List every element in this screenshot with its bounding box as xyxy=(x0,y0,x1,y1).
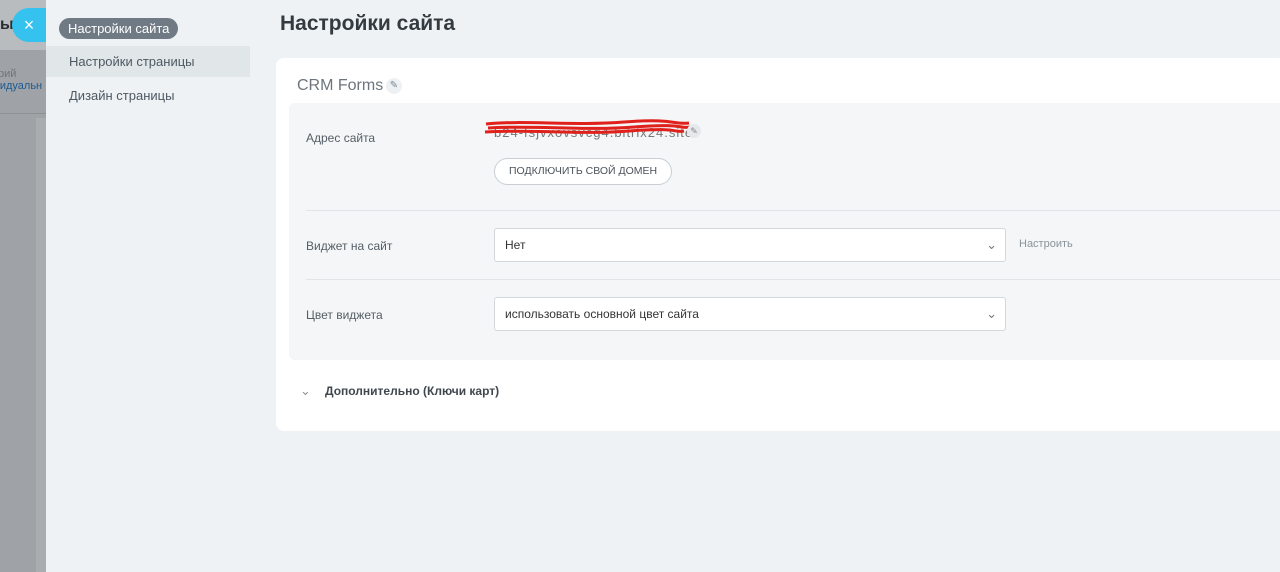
chevron-down-icon: ⌄ xyxy=(986,237,997,252)
card-title: CRM Forms xyxy=(297,77,384,94)
background-divider xyxy=(0,113,46,114)
background-value: видуальн xyxy=(0,80,43,92)
sidebar-item-site-settings[interactable]: Настройки сайта xyxy=(59,18,179,39)
site-address-label: Адрес сайта xyxy=(306,131,376,145)
widget-color-label: Цвет виджета xyxy=(306,308,383,322)
background-page: ы рий видуальн xyxy=(0,0,46,572)
settings-sidebar: Настройки сайта Настройки страницы Дизай… xyxy=(46,0,250,572)
redaction-scribble xyxy=(484,119,691,134)
close-icon: × xyxy=(23,15,35,35)
redaction-stroke xyxy=(484,128,685,134)
additional-settings-label: Дополнительно (Ключи карт) xyxy=(325,384,500,398)
background-panel xyxy=(36,118,46,572)
background-label: рий xyxy=(0,68,17,80)
divider xyxy=(306,210,1280,211)
widget-select-value: Нет xyxy=(505,238,526,252)
edit-pencil-icon[interactable]: ✎ xyxy=(386,78,402,94)
widget-color-select-value: использовать основной цвет сайта xyxy=(505,307,699,321)
redaction-stroke xyxy=(487,124,691,130)
close-slider-button[interactable]: × xyxy=(12,8,46,42)
sidebar-item-page-settings[interactable]: Настройки страницы xyxy=(46,46,250,77)
configure-widget-link[interactable]: Настроить xyxy=(1019,238,1073,250)
chevron-down-icon: ⌄ xyxy=(300,383,311,398)
redaction-stroke xyxy=(485,119,690,126)
chevron-down-icon: ⌄ xyxy=(986,306,997,321)
settings-form: Адрес сайта b24-fsjvxovsvcg4.bitrix24.si… xyxy=(289,103,1280,360)
divider xyxy=(306,279,1280,280)
widget-color-select[interactable]: использовать основной цвет сайта ⌄ xyxy=(494,297,1006,331)
settings-card: CRM Forms ✎ Адрес сайта b24-fsjvxovsvcg4… xyxy=(276,58,1280,431)
sidebar-item-page-design[interactable]: Дизайн страницы xyxy=(46,80,250,111)
page-title: Настройки сайта xyxy=(280,12,456,35)
widget-select[interactable]: Нет ⌄ xyxy=(494,228,1006,262)
connect-domain-button[interactable]: ПОДКЛЮЧИТЬ СВОЙ ДОМЕН xyxy=(494,158,673,185)
address-edit-icon[interactable]: ✎ xyxy=(687,124,701,138)
widget-label: Виджет на сайт xyxy=(306,239,393,253)
